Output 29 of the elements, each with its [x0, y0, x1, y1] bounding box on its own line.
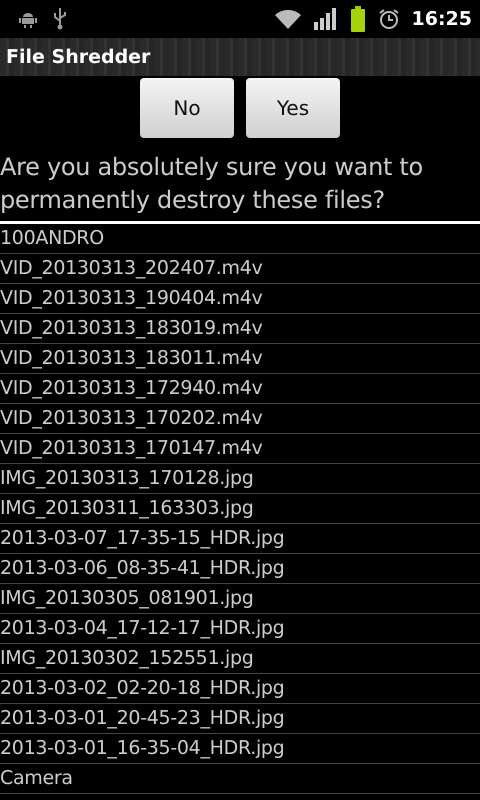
battery-icon [350, 6, 366, 32]
alarm-clock-icon [378, 8, 400, 30]
file-list-item[interactable]: VID_20130313_170147.m4v [0, 434, 480, 464]
file-list-item[interactable]: IMG_20130313_170128.jpg [0, 464, 480, 494]
signal-icon [314, 8, 338, 30]
file-list-item[interactable]: 2013-03-06_08-35-41_HDR.jpg [0, 554, 480, 584]
confirmation-message: Are you absolutely sure you want to permanently destroy these files? [0, 140, 480, 224]
file-list-item[interactable]: VID_20130313_183019.m4v [0, 314, 480, 344]
file-list-item[interactable]: 100ANDRO [0, 224, 480, 254]
file-list-item[interactable]: VID_20130313_190404.m4v [0, 284, 480, 314]
dialog-button[interactable]: No [140, 78, 234, 138]
dialog-button[interactable]: Yes [246, 78, 340, 138]
file-list-item[interactable]: 2013-03-02_02-20-18_HDR.jpg [0, 674, 480, 704]
wifi-icon [274, 8, 302, 30]
file-list-item[interactable]: VID_20130313_172940.m4v [0, 374, 480, 404]
file-list-item[interactable]: IMG_20130311_163303.jpg [0, 494, 480, 524]
file-list-item[interactable]: IMG_20130302_152551.jpg [0, 644, 480, 674]
file-list-item[interactable]: IMG_20130305_081901.jpg [0, 584, 480, 614]
file-list-item[interactable]: 2013-03-07_17-35-15_HDR.jpg [0, 524, 480, 554]
file-list-item[interactable]: Camera [0, 764, 480, 794]
file-list-item[interactable]: VID_20130313_170202.m4v [0, 404, 480, 434]
window-title: File Shredder [6, 46, 150, 68]
file-list-item[interactable]: 2013-03-04_17-12-17_HDR.jpg [0, 614, 480, 644]
clock-time: 16:25 [412, 8, 472, 30]
file-list-item[interactable]: VID_20130313_183011.m4v [0, 344, 480, 374]
file-list-item[interactable]: VID_20130313_202407.m4v [0, 254, 480, 284]
file-list-item[interactable]: 2013-03-01_20-45-23_HDR.jpg [0, 704, 480, 734]
usb-icon [52, 7, 68, 31]
file-list-item[interactable]: 2013-03-01_16-35-04_HDR.jpg [0, 734, 480, 764]
